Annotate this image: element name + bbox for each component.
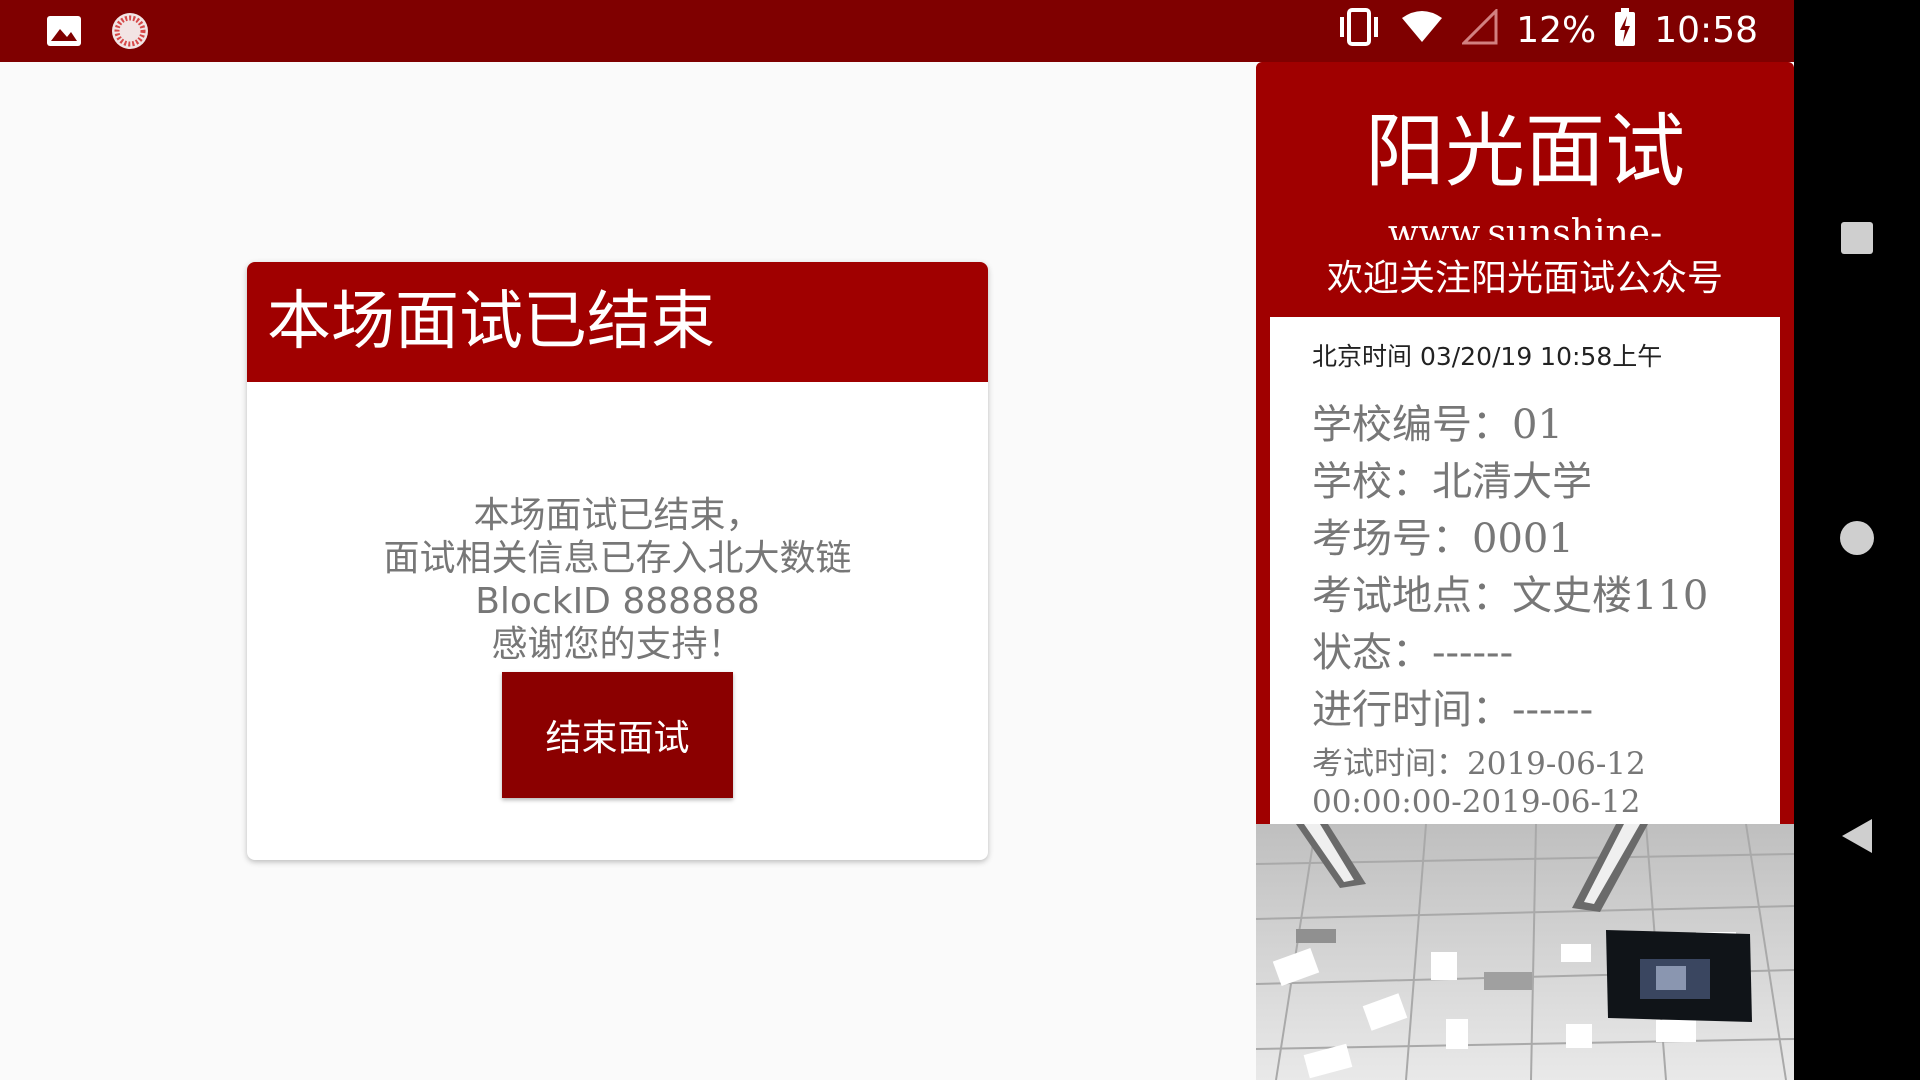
- dialog-title: 本场面试已结束: [247, 262, 988, 382]
- end-message-line: BlockID 888888: [475, 581, 760, 622]
- battery-charging-icon: [1614, 7, 1636, 56]
- school-name: 学校：北清大学: [1312, 459, 1592, 505]
- vibrate-icon: [1336, 7, 1382, 56]
- recent-apps-icon: [1839, 220, 1875, 260]
- exam-info-box[interactable]: 北京时间 03/20/19 10:58上午 学校编号：01 学校：北清大学 考场…: [1270, 317, 1780, 857]
- end-message-line: 面试相关信息已存入北大数链: [383, 538, 852, 579]
- exam-room-number: 考场号：0001: [1312, 516, 1574, 562]
- end-message-line: 本场面试已结束，: [473, 495, 762, 536]
- beijing-time: 北京时间 03/20/19 10:58上午: [1312, 342, 1663, 371]
- recent-apps-button[interactable]: [1794, 200, 1920, 280]
- interview-info-panel: 阳光面试 www.sunshine- 欢迎关注阳光面试公众号 北京时间 03/2…: [1256, 62, 1794, 1080]
- end-message: 本场面试已结束， 面试相关信息已存入北大数链 BlockID 888888 感谢…: [247, 494, 988, 666]
- panel-welcome-text: 欢迎关注阳光面试公众号: [1326, 258, 1723, 299]
- interview-ended-dialog: 本场面试已结束 本场面试已结束， 面试相关信息已存入北大数链 BlockID 8…: [247, 262, 988, 860]
- home-button[interactable]: [1794, 500, 1920, 580]
- back-button[interactable]: [1794, 798, 1920, 878]
- exam-time: 考试时间：2019-06-12: [1312, 746, 1646, 782]
- end-message-line: 感谢您的支持！: [491, 624, 744, 665]
- end-interview-button[interactable]: 结束面试: [502, 672, 733, 798]
- panel-url: www.sunshine-: [1387, 213, 1663, 240]
- school-code: 学校编号：01: [1312, 402, 1563, 448]
- back-icon: [1840, 817, 1874, 859]
- dialog-body: 本场面试已结束， 面试相关信息已存入北大数链 BlockID 888888 感谢…: [247, 382, 988, 798]
- clock: 10:58: [1654, 10, 1758, 51]
- exam-info-list: 学校编号：01 学校：北清大学 考场号：0001 考试地点：文史楼110 状态：…: [1312, 397, 1708, 821]
- no-signal-icon: [1460, 6, 1498, 54]
- image-icon: [46, 0, 82, 62]
- exam-location: 考试地点：文史楼110: [1312, 573, 1709, 619]
- elapsed-time: 进行时间：------: [1312, 687, 1594, 733]
- exam-status: 状态：------: [1312, 630, 1514, 676]
- status-bar: 12% 10:58: [0, 0, 1794, 62]
- loading-icon: [110, 0, 150, 62]
- camera-image: [1256, 824, 1794, 1080]
- home-icon: [1838, 519, 1876, 561]
- navigation-bar: [1794, 0, 1920, 1080]
- exam-time-range: 00:00:00-2019-06-12: [1312, 784, 1641, 820]
- battery-percentage: 12%: [1516, 10, 1597, 51]
- panel-title: 阳光面试: [1365, 105, 1685, 198]
- camera-preview: [1256, 824, 1794, 1080]
- wifi-icon: [1400, 10, 1444, 53]
